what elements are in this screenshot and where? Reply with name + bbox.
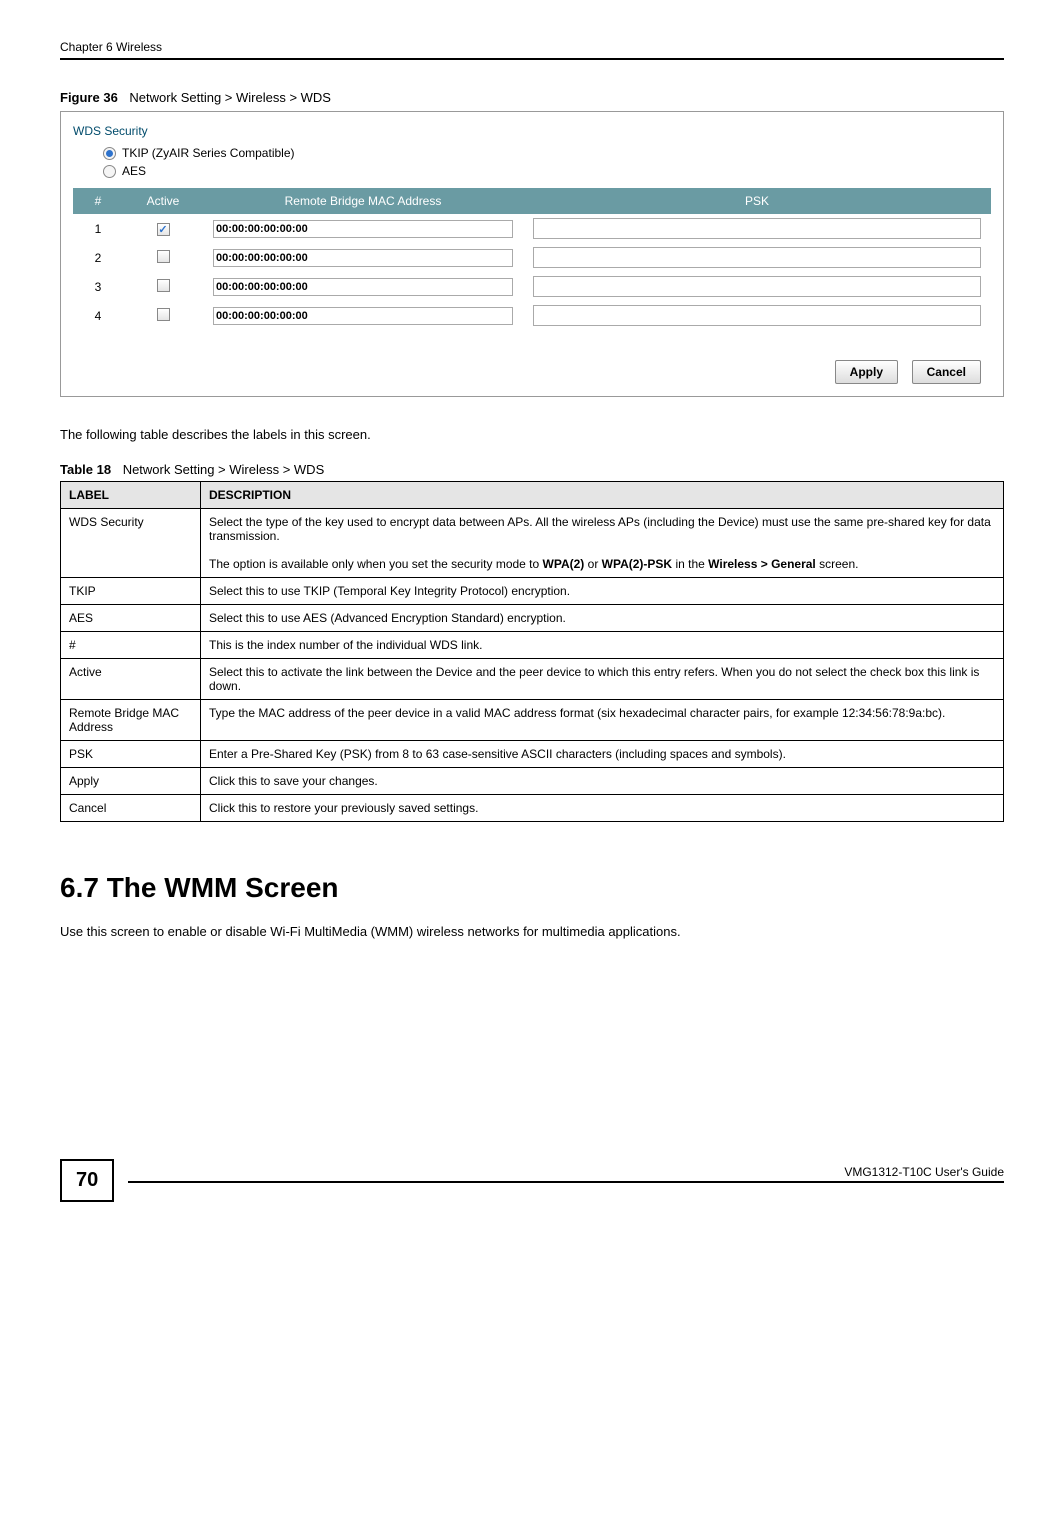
active-checkbox[interactable] bbox=[157, 279, 170, 292]
apply-button[interactable]: Apply bbox=[835, 360, 898, 384]
row-active-cell bbox=[123, 214, 203, 243]
screenshot-panel: WDS Security TKIP (ZyAIR Series Compatib… bbox=[60, 111, 1004, 397]
desc-row-label: Active bbox=[61, 659, 201, 700]
row-psk-cell bbox=[523, 214, 991, 243]
psk-input[interactable] bbox=[533, 305, 981, 326]
row-psk-cell bbox=[523, 272, 991, 301]
description-table: LABEL DESCRIPTION WDS SecuritySelect the… bbox=[60, 481, 1004, 822]
row-psk-cell bbox=[523, 301, 991, 330]
row-mac-cell bbox=[203, 243, 523, 272]
desc-row-label: AES bbox=[61, 605, 201, 632]
section-heading: 6.7 The WMM Screen bbox=[60, 872, 1004, 904]
desc-row-description: This is the index number of the individu… bbox=[201, 632, 1004, 659]
col-header-psk: PSK bbox=[523, 188, 991, 214]
mac-input[interactable] bbox=[213, 220, 513, 238]
desc-row-label: Apply bbox=[61, 768, 201, 795]
desc-header-label: LABEL bbox=[61, 482, 201, 509]
desc-row-description: Select this to use AES (Advanced Encrypt… bbox=[201, 605, 1004, 632]
row-active-cell bbox=[123, 301, 203, 330]
desc-row-description: Select this to use TKIP (Temporal Key In… bbox=[201, 578, 1004, 605]
table-title: Network Setting > Wireless > WDS bbox=[123, 462, 325, 477]
footer: 70 VMG1312-T10C User's Guide bbox=[60, 1159, 1004, 1202]
desc-row-label: Cancel bbox=[61, 795, 201, 822]
desc-table-row: ApplyClick this to save your changes. bbox=[61, 768, 1004, 795]
row-num: 1 bbox=[73, 214, 123, 243]
radio-group: TKIP (ZyAIR Series Compatible) AES bbox=[103, 146, 991, 178]
wds-table-header-row: # Active Remote Bridge MAC Address PSK bbox=[73, 188, 991, 214]
row-active-cell bbox=[123, 243, 203, 272]
desc-table-row: WDS SecuritySelect the type of the key u… bbox=[61, 509, 1004, 578]
psk-input[interactable] bbox=[533, 276, 981, 297]
footer-line bbox=[128, 1181, 1004, 1183]
row-num: 3 bbox=[73, 272, 123, 301]
wds-security-label: WDS Security bbox=[73, 124, 991, 138]
footer-guide: VMG1312-T10C User's Guide bbox=[128, 1165, 1004, 1179]
desc-row-description: Select the type of the key used to encry… bbox=[201, 509, 1004, 578]
desc-table-row: Remote Bridge MAC AddressType the MAC ad… bbox=[61, 700, 1004, 741]
wds-table-row: 2 bbox=[73, 243, 991, 272]
desc-row-label: # bbox=[61, 632, 201, 659]
row-num: 4 bbox=[73, 301, 123, 330]
desc-table-header-row: LABEL DESCRIPTION bbox=[61, 482, 1004, 509]
table-label: Table 18 bbox=[60, 462, 111, 477]
active-checkbox[interactable] bbox=[157, 223, 170, 236]
desc-row-label: PSK bbox=[61, 741, 201, 768]
row-psk-cell bbox=[523, 243, 991, 272]
row-mac-cell bbox=[203, 214, 523, 243]
desc-row-description: Select this to activate the link between… bbox=[201, 659, 1004, 700]
table-caption: Table 18 Network Setting > Wireless > WD… bbox=[60, 462, 1004, 477]
desc-table-row: TKIPSelect this to use TKIP (Temporal Ke… bbox=[61, 578, 1004, 605]
row-mac-cell bbox=[203, 272, 523, 301]
wds-table-row: 1 bbox=[73, 214, 991, 243]
section-body: Use this screen to enable or disable Wi-… bbox=[60, 924, 1004, 939]
col-header-mac: Remote Bridge MAC Address bbox=[203, 188, 523, 214]
row-active-cell bbox=[123, 272, 203, 301]
psk-input[interactable] bbox=[533, 247, 981, 268]
radio-aes-label: AES bbox=[122, 164, 146, 178]
page-header: Chapter 6 Wireless bbox=[60, 40, 1004, 60]
active-checkbox[interactable] bbox=[157, 250, 170, 263]
radio-tkip-row[interactable]: TKIP (ZyAIR Series Compatible) bbox=[103, 146, 991, 160]
desc-row-description: Click this to save your changes. bbox=[201, 768, 1004, 795]
radio-aes-button[interactable] bbox=[103, 165, 116, 178]
desc-table-row: PSKEnter a Pre-Shared Key (PSK) from 8 t… bbox=[61, 741, 1004, 768]
desc-row-label: WDS Security bbox=[61, 509, 201, 578]
radio-tkip-button[interactable] bbox=[103, 147, 116, 160]
desc-row-label: TKIP bbox=[61, 578, 201, 605]
chapter-label: Chapter 6 Wireless bbox=[60, 40, 162, 54]
figure-caption: Figure 36 Network Setting > Wireless > W… bbox=[60, 90, 1004, 105]
wds-table-row: 4 bbox=[73, 301, 991, 330]
figure-title: Network Setting > Wireless > WDS bbox=[129, 90, 331, 105]
col-header-active: Active bbox=[123, 188, 203, 214]
desc-row-description: Enter a Pre-Shared Key (PSK) from 8 to 6… bbox=[201, 741, 1004, 768]
desc-row-description: Click this to restore your previously sa… bbox=[201, 795, 1004, 822]
figure-label: Figure 36 bbox=[60, 90, 118, 105]
row-mac-cell bbox=[203, 301, 523, 330]
radio-aes-row[interactable]: AES bbox=[103, 164, 991, 178]
radio-tkip-label: TKIP (ZyAIR Series Compatible) bbox=[122, 146, 295, 160]
cancel-button[interactable]: Cancel bbox=[912, 360, 981, 384]
active-checkbox[interactable] bbox=[157, 308, 170, 321]
button-row: Apply Cancel bbox=[73, 360, 991, 384]
mac-input[interactable] bbox=[213, 307, 513, 325]
desc-row-label: Remote Bridge MAC Address bbox=[61, 700, 201, 741]
col-header-num: # bbox=[73, 188, 123, 214]
mac-input[interactable] bbox=[213, 278, 513, 296]
desc-row-description: Type the MAC address of the peer device … bbox=[201, 700, 1004, 741]
desc-table-row: AESSelect this to use AES (Advanced Encr… bbox=[61, 605, 1004, 632]
desc-table-row: CancelClick this to restore your previou… bbox=[61, 795, 1004, 822]
wds-table: # Active Remote Bridge MAC Address PSK 1… bbox=[73, 188, 991, 330]
desc-header-desc: DESCRIPTION bbox=[201, 482, 1004, 509]
desc-table-row: #This is the index number of the individ… bbox=[61, 632, 1004, 659]
intro-text: The following table describes the labels… bbox=[60, 427, 1004, 442]
wds-table-row: 3 bbox=[73, 272, 991, 301]
desc-table-row: ActiveSelect this to activate the link b… bbox=[61, 659, 1004, 700]
page-number: 70 bbox=[60, 1159, 114, 1202]
psk-input[interactable] bbox=[533, 218, 981, 239]
mac-input[interactable] bbox=[213, 249, 513, 267]
row-num: 2 bbox=[73, 243, 123, 272]
